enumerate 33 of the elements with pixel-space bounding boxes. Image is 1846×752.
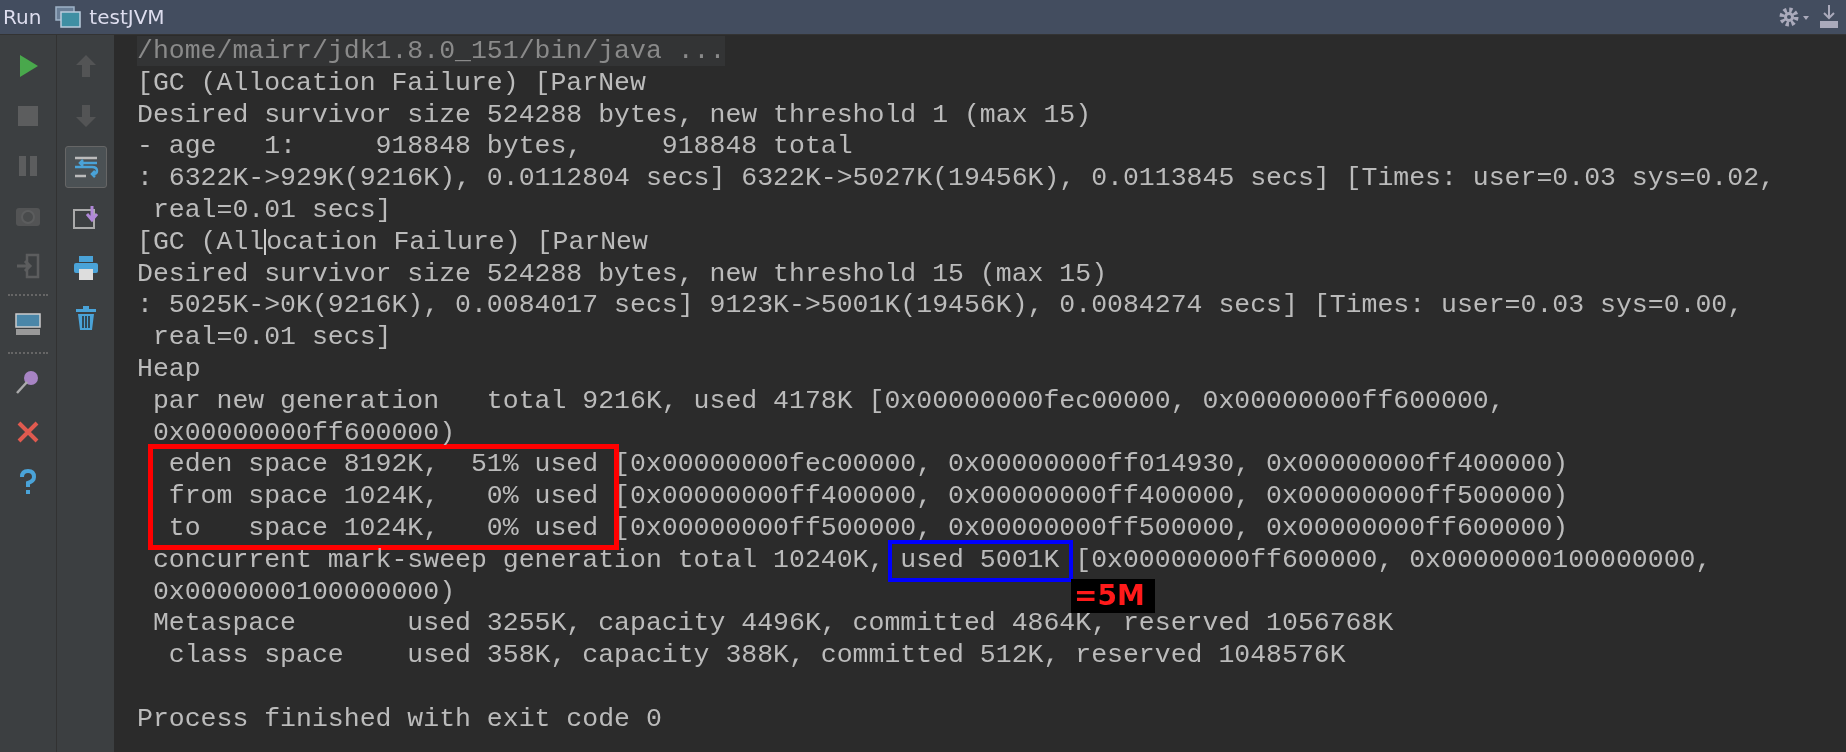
console-line: Desired survivor size 524288 bytes, new threshold 1 (max 15) xyxy=(137,99,1092,130)
console-line: 0x0000000100000000) xyxy=(151,576,456,607)
console-text: [GC (All xyxy=(137,226,265,257)
console-text: [0x00000000fec00000, 0x00000000ff014930, 0x00000000ff400000) xyxy=(614,449,1569,480)
console-line: - age 1: 918848 bytes, 918848 total xyxy=(137,131,853,162)
console-text: ocation Failure) [ParNew xyxy=(266,226,648,257)
soft-wrap-icon[interactable] xyxy=(64,146,107,188)
console-text: used 5001K xyxy=(900,544,1060,575)
console-line: Desired survivor size 524288 bytes, new threshold 15 (max 15) xyxy=(137,258,1108,289)
run-config-tab[interactable]: testJVM xyxy=(89,5,165,29)
console-text: concurrent mark-sweep generation total 10240K, xyxy=(151,544,885,575)
console-line: real=0.01 secs] xyxy=(151,322,392,353)
console-line: : 5025K->0K(9216K), 0.0084017 secs] 9123K->5001K(19456K), 0.0084274 secs] [Times: user=0.03 sys=0.00, xyxy=(137,290,1744,321)
console-line: : 6322K->929K(9216K), 0.0112804 secs] 6322K->5027K(19456K), 0.0113845 secs] [Times: user=0.03 sys=0.02, xyxy=(137,163,1775,194)
settings-icon[interactable] xyxy=(1778,5,1812,29)
console-text: eden space 8192K, 51% used xyxy=(168,449,599,480)
console-line: par new generation total 9216K, used 4178K [0x00000000fec00000, 0x00000000ff600000, xyxy=(151,385,1505,416)
download-icon[interactable] xyxy=(1818,4,1840,30)
tool-window-title: Run xyxy=(3,5,42,29)
text-cursor xyxy=(264,228,267,255)
console-text: to space 1024K, 0% used xyxy=(168,512,599,543)
window-icon xyxy=(55,6,82,28)
console-text: [0x00000000ff600000, 0x0000000100000000, xyxy=(1075,544,1712,575)
console-line: [GC (Allocation Failure) [ParNew xyxy=(137,67,646,98)
console-text: from space 1024K, 0% used xyxy=(168,481,599,512)
console-line: Process finished with exit code 0 xyxy=(137,703,662,734)
console-text: [0x00000000ff500000, 0x00000000ff500000, 0x00000000ff600000) xyxy=(614,512,1569,543)
console-line: class space used 358K, capacity 388K, committed 512K, reserved 1048576K xyxy=(167,640,1346,671)
annotation-label: =5M xyxy=(1071,578,1155,613)
console-line: 0x00000000ff600000) xyxy=(151,417,456,448)
console-text: [0x00000000ff400000, 0x00000000ff400000, 0x00000000ff500000) xyxy=(614,481,1569,512)
console-line: real=0.01 secs] xyxy=(151,195,392,225)
console-line: Heap xyxy=(137,353,201,384)
